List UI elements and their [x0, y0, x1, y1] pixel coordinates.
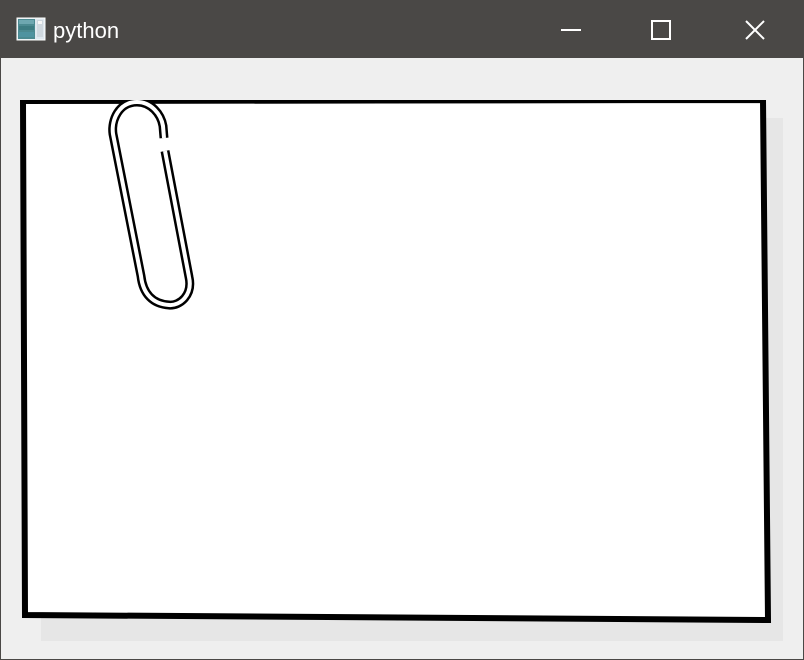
app-window: python [0, 0, 804, 660]
canvas-area [1, 58, 803, 659]
maximize-button[interactable] [621, 1, 701, 58]
close-button[interactable] [715, 1, 795, 58]
title-bar[interactable]: python [1, 1, 803, 58]
window-title: python [53, 18, 120, 43]
minimize-icon [561, 28, 581, 31]
close-icon [745, 19, 765, 40]
maximize-icon [651, 19, 671, 40]
minimize-button[interactable] [531, 1, 611, 58]
paper-clip-note-icon [19, 100, 783, 641]
python-window-icon [16, 17, 46, 41]
